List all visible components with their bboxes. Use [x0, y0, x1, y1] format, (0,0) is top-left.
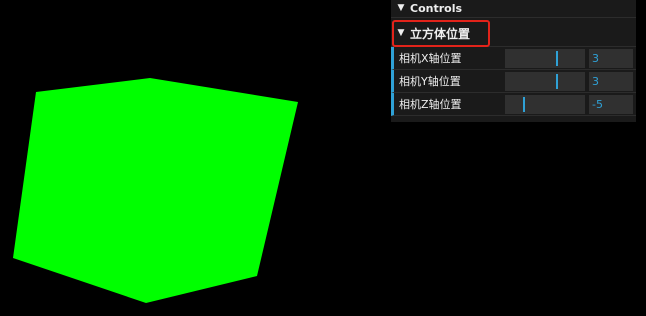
camera-x-input[interactable]: 3: [589, 48, 633, 68]
gui-root-title-label: Controls: [410, 2, 463, 15]
control-label: 相机X轴位置: [399, 52, 462, 65]
control-row-camera-x: 相机X轴位置 3: [391, 47, 636, 70]
folder-cube-position[interactable]: ▼ 立方体位置: [391, 20, 636, 47]
control-label: 相机Z轴位置: [399, 98, 462, 111]
control-row-camera-y: 相机Y轴位置 3: [391, 70, 636, 93]
chevron-down-icon: ▼: [397, 3, 405, 13]
control-row-camera-z: 相机Z轴位置 -5: [391, 93, 636, 116]
folder-title-label: 立方体位置: [410, 26, 471, 41]
slider-marker: [556, 50, 558, 66]
dat-gui-panel: ▼ Controls ▼ 立方体位置 相机X轴位置 3 相机Y轴位置 3 相机Z…: [391, 0, 636, 122]
gui-root-title[interactable]: ▼ Controls: [391, 0, 636, 18]
control-label: 相机Y轴位置: [399, 75, 461, 88]
chevron-down-icon: ▼: [397, 28, 405, 38]
camera-y-slider[interactable]: [505, 71, 585, 91]
camera-z-slider[interactable]: [505, 94, 585, 114]
green-cube: [13, 78, 298, 303]
slider-marker: [556, 73, 558, 89]
cube-render: [13, 78, 298, 303]
camera-y-input[interactable]: 3: [589, 71, 633, 91]
slider-marker: [523, 96, 525, 112]
camera-z-input[interactable]: -5: [589, 94, 633, 114]
camera-x-slider[interactable]: [505, 48, 585, 68]
